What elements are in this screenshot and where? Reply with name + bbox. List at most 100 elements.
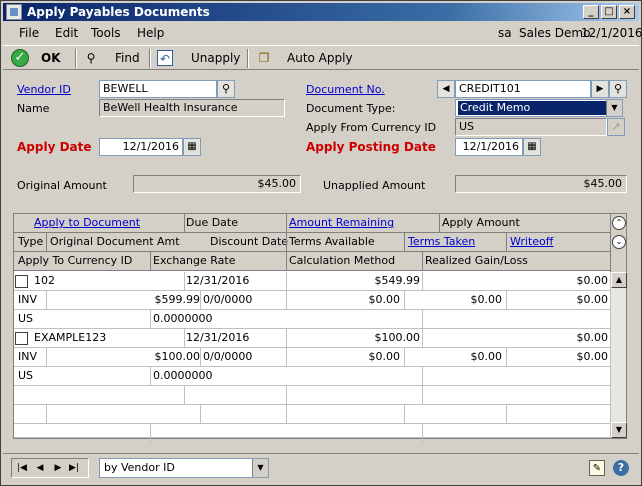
original-amount-label: Original Amount bbox=[17, 179, 107, 192]
chevron-down-icon[interactable]: ▼ bbox=[252, 459, 268, 477]
col-terms-available: Terms Available bbox=[289, 235, 375, 248]
currency-label: Apply From Currency ID bbox=[306, 121, 437, 134]
exchange-rate: 0.0000000 bbox=[153, 312, 213, 325]
table-row[interactable]: EXAMPLE123 12/31/2016 $100.00 $0.00 bbox=[14, 329, 610, 348]
apply-documents-grid: Apply to Document Due Date Amount Remain… bbox=[13, 213, 627, 443]
empty-row[interactable] bbox=[14, 424, 610, 443]
table-row[interactable]: 102 12/31/2016 $549.99 $0.00 bbox=[14, 272, 610, 291]
record-navigator: |◀ ◀ ▶ ▶| bbox=[11, 458, 89, 478]
first-record-icon[interactable]: |◀ bbox=[16, 461, 28, 475]
unapply-button[interactable]: Unapply bbox=[191, 50, 240, 68]
unapplied-amount-value: $45.00 bbox=[455, 175, 627, 193]
last-record-icon[interactable]: ▶| bbox=[68, 461, 80, 475]
expand-rows-icon[interactable]: ⌄ bbox=[612, 235, 626, 249]
scroll-down-arrow[interactable]: ▼ bbox=[611, 422, 627, 438]
calendar-icon[interactable]: ▦ bbox=[183, 138, 201, 156]
col-writeoff[interactable]: Writeoff bbox=[510, 233, 553, 251]
next-document-icon[interactable]: ▶ bbox=[591, 80, 609, 98]
doc-number: EXAMPLE123 bbox=[34, 331, 107, 344]
previous-document-icon[interactable]: ◀ bbox=[437, 80, 455, 98]
apply-posting-date-field[interactable]: 12/1/2016 bbox=[455, 138, 523, 156]
scroll-up-arrow[interactable]: ▲ bbox=[611, 272, 627, 288]
original-doc-amt: $100.00 bbox=[154, 350, 201, 363]
table-row: US 0.0000000 bbox=[14, 310, 610, 329]
table-row: INV $599.99 0/0/0000 $0.00 $0.00 $0.00 bbox=[14, 291, 610, 310]
window-title: Apply Payables Documents bbox=[27, 5, 210, 19]
find-button[interactable]: Find bbox=[115, 50, 140, 68]
row-checkbox[interactable] bbox=[15, 332, 28, 345]
col-terms-taken[interactable]: Terms Taken bbox=[408, 233, 475, 251]
writeoff[interactable]: $0.00 bbox=[577, 348, 609, 366]
doc-type: INV bbox=[18, 293, 37, 306]
ok-button[interactable]: OK bbox=[41, 50, 61, 68]
menu-bar: File Edit Tools Help sa Sales Demo 12/1/… bbox=[3, 22, 642, 44]
document-lookup-icon[interactable]: ⚲ bbox=[609, 80, 627, 98]
status-bar: |◀ ◀ ▶ ▶| by Vendor ID ▼ ✎ ? bbox=[3, 453, 639, 483]
menu-edit[interactable]: Edit bbox=[55, 26, 78, 40]
row-checkbox[interactable] bbox=[15, 275, 28, 288]
col-calculation-method: Calculation Method bbox=[289, 254, 396, 267]
terms-available: $0.00 bbox=[368, 293, 401, 306]
note-icon[interactable]: ✎ bbox=[589, 460, 605, 476]
discount-date: 0/0/0000 bbox=[203, 293, 253, 306]
currency-expand-icon: ↗ bbox=[607, 118, 625, 136]
document-type-value: Credit Memo bbox=[458, 101, 606, 115]
apply-amount[interactable]: $0.00 bbox=[577, 272, 609, 290]
document-type-label: Document Type: bbox=[306, 102, 396, 115]
col-type: Type bbox=[18, 235, 44, 248]
vendor-name-value: BeWell Health Insurance bbox=[99, 99, 285, 117]
document-type-select[interactable]: Credit Memo ▼ bbox=[455, 99, 623, 117]
due-date: 12/31/2016 bbox=[186, 274, 250, 287]
col-apply-to-document[interactable]: Apply to Document bbox=[34, 214, 140, 232]
due-date: 12/31/2016 bbox=[186, 331, 250, 344]
previous-record-icon[interactable]: ◀ bbox=[34, 461, 46, 475]
document-no-label[interactable]: Document No. bbox=[306, 83, 385, 96]
menu-file[interactable]: File bbox=[19, 26, 39, 40]
chevron-down-icon[interactable]: ▼ bbox=[606, 100, 622, 116]
doc-number: 102 bbox=[34, 274, 55, 287]
col-realized-gain-loss: Realized Gain/Loss bbox=[425, 254, 528, 267]
terms-taken[interactable]: $0.00 bbox=[471, 291, 503, 309]
col-discount-date: Discount Date bbox=[210, 235, 289, 248]
auto-apply-button[interactable]: Auto Apply bbox=[287, 50, 353, 68]
col-amount-remaining[interactable]: Amount Remaining bbox=[289, 214, 394, 232]
help-icon[interactable]: ? bbox=[613, 460, 629, 476]
writeoff[interactable]: $0.00 bbox=[577, 291, 609, 309]
user-date: 12/1/2016 bbox=[581, 26, 642, 40]
vendor-id-field[interactable]: BEWELL bbox=[99, 80, 217, 98]
empty-row[interactable] bbox=[14, 405, 610, 424]
name-label: Name bbox=[17, 102, 50, 115]
menu-help[interactable]: Help bbox=[137, 26, 164, 40]
close-button[interactable]: × bbox=[619, 5, 635, 19]
table-row: US 0.0000000 bbox=[14, 367, 610, 386]
currency-id: US bbox=[18, 369, 34, 382]
empty-row[interactable] bbox=[14, 386, 610, 405]
company-name: Sales Demo bbox=[519, 26, 591, 40]
apply-posting-date-label: Apply Posting Date bbox=[306, 140, 436, 154]
apply-date-field[interactable]: 12/1/2016 bbox=[99, 138, 183, 156]
next-record-icon[interactable]: ▶ bbox=[52, 461, 64, 475]
maximize-button[interactable]: □ bbox=[601, 5, 617, 19]
col-due-date: Due Date bbox=[186, 216, 238, 229]
vendor-id-label[interactable]: Vendor ID bbox=[17, 83, 71, 96]
calendar-icon[interactable]: ▦ bbox=[523, 138, 541, 156]
toolbar-separator bbox=[149, 49, 151, 68]
table-row: INV $100.00 0/0/0000 $0.00 $0.00 $0.00 bbox=[14, 348, 610, 367]
toolbar-separator bbox=[75, 49, 77, 68]
menu-tools[interactable]: Tools bbox=[91, 26, 121, 40]
apply-payables-window: Apply Payables Documents _ □ × File Edit… bbox=[0, 0, 642, 486]
grid-scrollbar[interactable]: ▲ ▼ bbox=[610, 272, 627, 438]
minimize-button[interactable]: _ bbox=[583, 5, 599, 19]
auto-apply-icon: ❐ bbox=[258, 51, 270, 65]
grid-header-row-3: Apply To Currency ID Exchange Rate Calcu… bbox=[14, 252, 610, 271]
sort-order-select[interactable]: by Vendor ID ▼ bbox=[99, 458, 269, 478]
grid-header-row-1: Apply to Document Due Date Amount Remain… bbox=[14, 214, 610, 233]
collapse-rows-icon[interactable]: ⌃ bbox=[612, 216, 626, 230]
original-doc-amt: $599.99 bbox=[154, 293, 201, 306]
unapplied-amount-label: Unapplied Amount bbox=[323, 179, 426, 192]
terms-taken[interactable]: $0.00 bbox=[471, 348, 503, 366]
document-no-field[interactable]: CREDIT101 bbox=[455, 80, 591, 98]
grid-header-row-2: Type Original Document Amt Discount Date… bbox=[14, 233, 610, 252]
vendor-lookup-icon[interactable]: ⚲ bbox=[217, 80, 235, 98]
apply-amount[interactable]: $0.00 bbox=[577, 329, 609, 347]
